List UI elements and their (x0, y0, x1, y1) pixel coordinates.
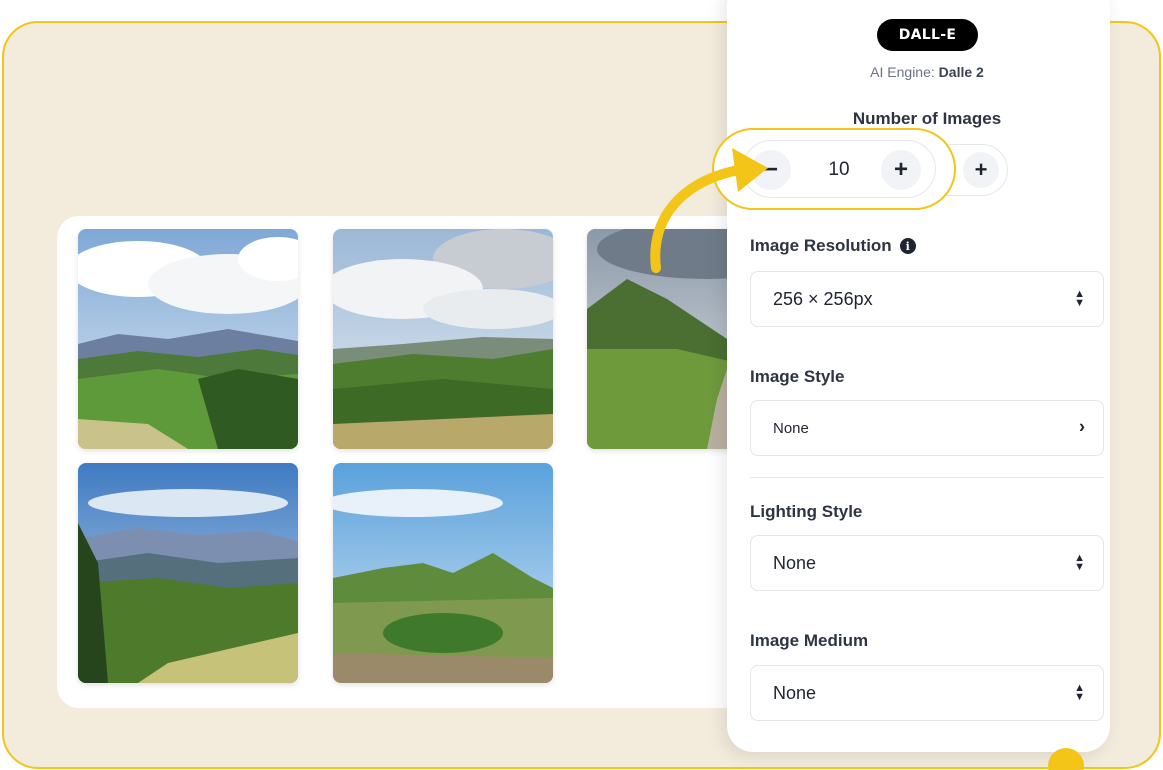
ai-engine-info: AI Engine: Dalle 2 (727, 64, 1127, 80)
plus-icon[interactable]: + (963, 152, 999, 188)
generated-image-5[interactable] (333, 463, 553, 683)
info-icon[interactable]: i (899, 238, 916, 254)
minus-icon: − (763, 156, 778, 183)
image-resolution-label-text: Image Resolution (750, 236, 892, 255)
image-style-select[interactable]: None › (750, 400, 1104, 456)
image-style-value: None (773, 419, 809, 437)
ai-engine-value: Dalle 2 (938, 64, 984, 80)
image-medium-label: Image Medium (750, 631, 868, 651)
image-style-label: Image Style (750, 367, 845, 387)
sort-arrows-icon: ▲ ▼ (1074, 288, 1085, 309)
green-hill-image (333, 463, 553, 683)
ai-engine-label: AI Engine: (870, 64, 935, 80)
decrement-button[interactable]: − (751, 150, 791, 190)
generated-image-4[interactable] (78, 463, 298, 683)
chevron-right-icon: › (1079, 416, 1085, 437)
sort-arrows-icon: ▲ ▼ (1074, 682, 1085, 703)
image-medium-select[interactable]: None ▲ ▼ (750, 665, 1104, 721)
stepper-zoom-inner: − 10 + (742, 140, 936, 198)
section-divider (750, 477, 1104, 478)
generated-image-2[interactable] (333, 229, 553, 449)
increment-button[interactable]: + (881, 150, 921, 190)
lighting-style-label-text: Lighting Style (750, 502, 863, 521)
generated-image-1[interactable] (78, 229, 298, 449)
number-of-images-label: Number of Images (852, 109, 1002, 128)
number-of-images-stepper-zoom: − 10 + (712, 128, 956, 210)
number-of-images-value[interactable]: 10 (803, 159, 875, 181)
image-medium-label-text: Image Medium (750, 631, 869, 650)
mountain-landscape-image (78, 229, 298, 449)
image-style-label-text: Image Style (750, 367, 845, 386)
image-medium-value: None (773, 682, 817, 703)
image-resolution-value: 256 × 256px (773, 288, 873, 309)
sort-arrows-icon: ▲ ▼ (1074, 552, 1085, 573)
lighting-style-label: Lighting Style (750, 502, 862, 522)
image-resolution-select[interactable]: 256 × 256px ▲ ▼ (750, 271, 1104, 327)
plus-icon: + (893, 156, 908, 183)
image-resolution-label: Image Resolution i (750, 236, 916, 256)
lighting-style-value: None (773, 552, 817, 573)
mountain-landscape-image (333, 229, 553, 449)
lighting-style-select[interactable]: None ▲ ▼ (750, 535, 1104, 591)
engine-badge: DALL-E (877, 19, 978, 51)
forest-valley-image (78, 463, 298, 683)
